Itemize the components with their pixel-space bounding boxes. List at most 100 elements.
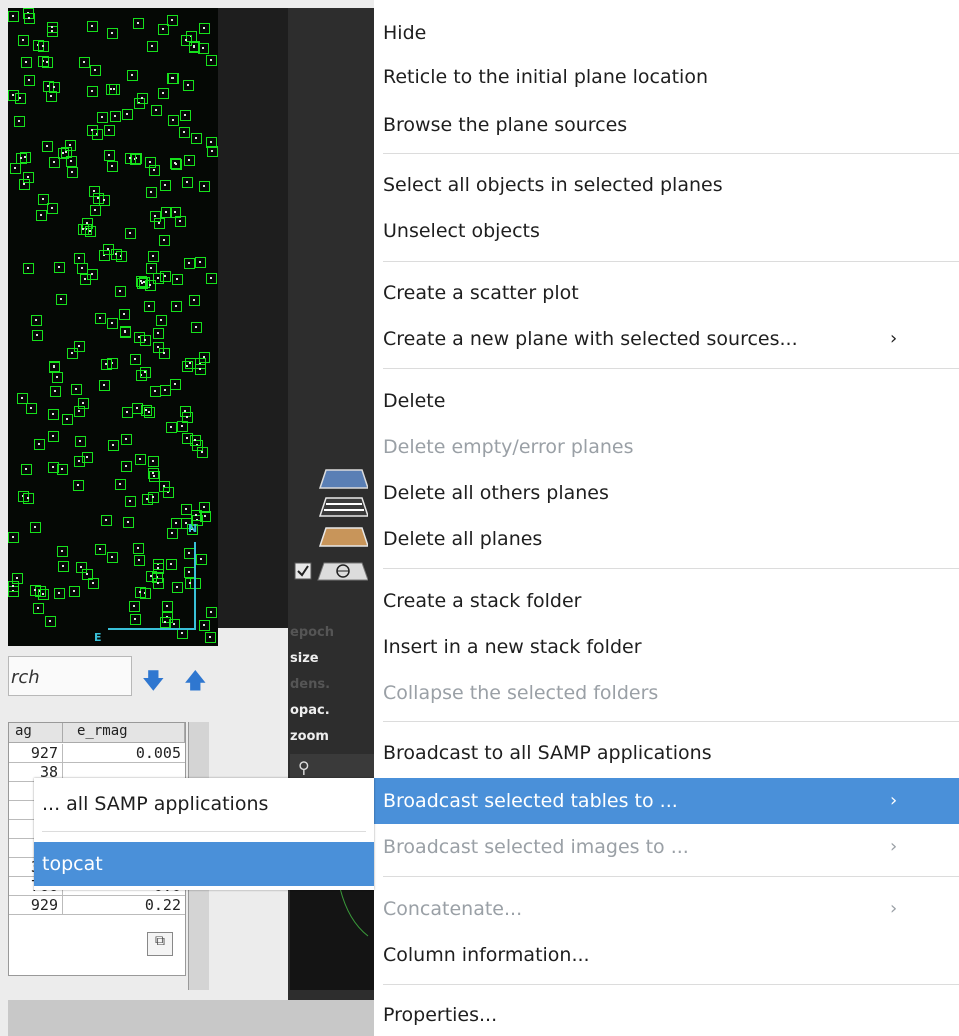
menu-item-label: Create a new plane with selected sources… bbox=[383, 328, 798, 350]
detach-window-icon[interactable]: ⧉ bbox=[147, 932, 173, 956]
source-marker bbox=[130, 354, 141, 365]
source-marker bbox=[180, 110, 191, 121]
source-marker bbox=[127, 70, 138, 81]
menu-item-new-plane[interactable]: Create a new plane with selected sources… bbox=[374, 318, 959, 360]
source-marker bbox=[62, 414, 73, 425]
broadcast-tables-submenu[interactable]: ... all SAMP applications topcat bbox=[34, 778, 374, 890]
source-marker bbox=[182, 177, 193, 188]
source-marker bbox=[168, 73, 179, 84]
table-row[interactable]: 929 0.22 bbox=[9, 896, 185, 915]
source-marker bbox=[148, 251, 159, 262]
source-marker bbox=[134, 555, 145, 566]
arrow-up-icon[interactable]: 🡅 bbox=[184, 664, 207, 702]
source-marker bbox=[146, 187, 157, 198]
source-marker bbox=[10, 163, 21, 174]
menu-item-hide[interactable]: Hide bbox=[374, 12, 959, 54]
chevron-right-icon: › bbox=[890, 790, 898, 811]
menu-item-reticle-initial[interactable]: Reticle to the initial plane location bbox=[374, 56, 959, 98]
table-row[interactable]: 927 0.005 bbox=[9, 744, 185, 763]
menu-item-browse-sources[interactable]: Browse the plane sources bbox=[374, 104, 959, 146]
source-marker bbox=[95, 544, 106, 555]
source-marker bbox=[103, 244, 114, 255]
source-marker bbox=[195, 257, 206, 268]
source-marker bbox=[23, 263, 34, 274]
source-marker bbox=[137, 93, 148, 104]
submenu-item-all-samp[interactable]: ... all SAMP applications bbox=[34, 782, 374, 826]
source-marker bbox=[182, 433, 193, 444]
menu-item-collapse-folders: Collapse the selected folders bbox=[374, 672, 959, 714]
submenu-item-topcat[interactable]: topcat bbox=[34, 842, 374, 886]
source-marker bbox=[87, 21, 98, 32]
menu-item-create-stack-folder[interactable]: Create a stack folder bbox=[374, 580, 959, 622]
source-marker bbox=[120, 326, 131, 337]
source-marker bbox=[14, 116, 25, 127]
source-marker bbox=[115, 286, 126, 297]
source-marker bbox=[95, 313, 106, 324]
source-marker bbox=[34, 439, 45, 450]
sky-image-view[interactable]: N E bbox=[8, 8, 218, 646]
plane-stack-icons[interactable] bbox=[292, 462, 372, 592]
catalog-layer-icon[interactable] bbox=[316, 496, 368, 518]
source-marker bbox=[122, 109, 133, 120]
source-marker bbox=[160, 180, 171, 191]
search-input[interactable]: rch bbox=[8, 656, 132, 696]
source-marker bbox=[206, 137, 217, 148]
visibility-checkbox-icon[interactable] bbox=[294, 560, 368, 582]
menu-item-scatter-plot[interactable]: Create a scatter plot bbox=[374, 272, 959, 314]
source-marker bbox=[125, 153, 136, 164]
submenu-separator bbox=[42, 831, 366, 832]
source-marker bbox=[106, 84, 117, 95]
menu-item-delete[interactable]: Delete bbox=[374, 380, 959, 422]
source-marker bbox=[50, 386, 61, 397]
source-marker bbox=[183, 80, 194, 91]
plane-layer-icon[interactable] bbox=[316, 468, 368, 490]
source-marker bbox=[49, 82, 60, 93]
source-marker bbox=[184, 258, 195, 269]
source-marker bbox=[107, 161, 118, 172]
source-marker bbox=[54, 262, 65, 273]
arrow-down-icon[interactable]: 🡇 bbox=[142, 664, 165, 702]
chevron-right-icon: › bbox=[890, 328, 898, 349]
menu-item-label: Delete all planes bbox=[383, 528, 543, 550]
menu-item-select-all[interactable]: Select all objects in selected planes bbox=[374, 164, 959, 206]
source-marker bbox=[171, 301, 182, 312]
source-marker bbox=[170, 158, 181, 169]
source-marker bbox=[198, 43, 209, 54]
source-marker bbox=[8, 532, 19, 543]
source-marker bbox=[145, 157, 156, 168]
source-marker bbox=[189, 295, 200, 306]
menu-item-properties[interactable]: Properties... bbox=[374, 994, 959, 1036]
menu-item-delete-all[interactable]: Delete all planes bbox=[374, 518, 959, 560]
source-marker bbox=[140, 367, 151, 378]
source-marker bbox=[135, 587, 146, 598]
prop-opac: opac. bbox=[290, 703, 330, 718]
menu-item-broadcast-all[interactable]: Broadcast to all SAMP applications bbox=[374, 732, 959, 774]
menu-item-column-info[interactable]: Column information... bbox=[374, 934, 959, 976]
source-marker bbox=[133, 543, 144, 554]
source-marker bbox=[23, 172, 34, 183]
status-bar bbox=[8, 1000, 374, 1036]
source-marker bbox=[101, 515, 112, 526]
prop-size: size bbox=[290, 651, 319, 666]
menu-item-unselect[interactable]: Unselect objects bbox=[374, 210, 959, 252]
menu-item-insert-stack-folder[interactable]: Insert in a new stack folder bbox=[374, 626, 959, 668]
column-header-e-rmag[interactable]: e_rmag bbox=[63, 723, 185, 743]
source-marker bbox=[181, 35, 192, 46]
plane-context-menu[interactable]: Hide Reticle to the initial plane locati… bbox=[374, 0, 959, 1036]
source-marker bbox=[191, 322, 202, 333]
source-marker bbox=[21, 464, 32, 475]
table-cell: 929 bbox=[9, 896, 63, 915]
image-layer-icon[interactable] bbox=[316, 526, 368, 548]
source-marker bbox=[75, 436, 86, 447]
source-marker bbox=[32, 330, 43, 341]
column-header-rmag[interactable]: ag bbox=[9, 723, 63, 743]
chevron-right-icon: › bbox=[890, 836, 898, 857]
source-marker bbox=[122, 407, 133, 418]
source-marker bbox=[119, 309, 130, 320]
prop-dens: dens. bbox=[290, 677, 331, 692]
menu-item-label: Create a scatter plot bbox=[383, 282, 579, 304]
source-marker bbox=[125, 496, 136, 507]
compass-east-label: E bbox=[94, 631, 102, 644]
menu-item-broadcast-tables[interactable]: Broadcast selected tables to ... › bbox=[374, 778, 959, 824]
menu-item-delete-others[interactable]: Delete all others planes bbox=[374, 472, 959, 514]
